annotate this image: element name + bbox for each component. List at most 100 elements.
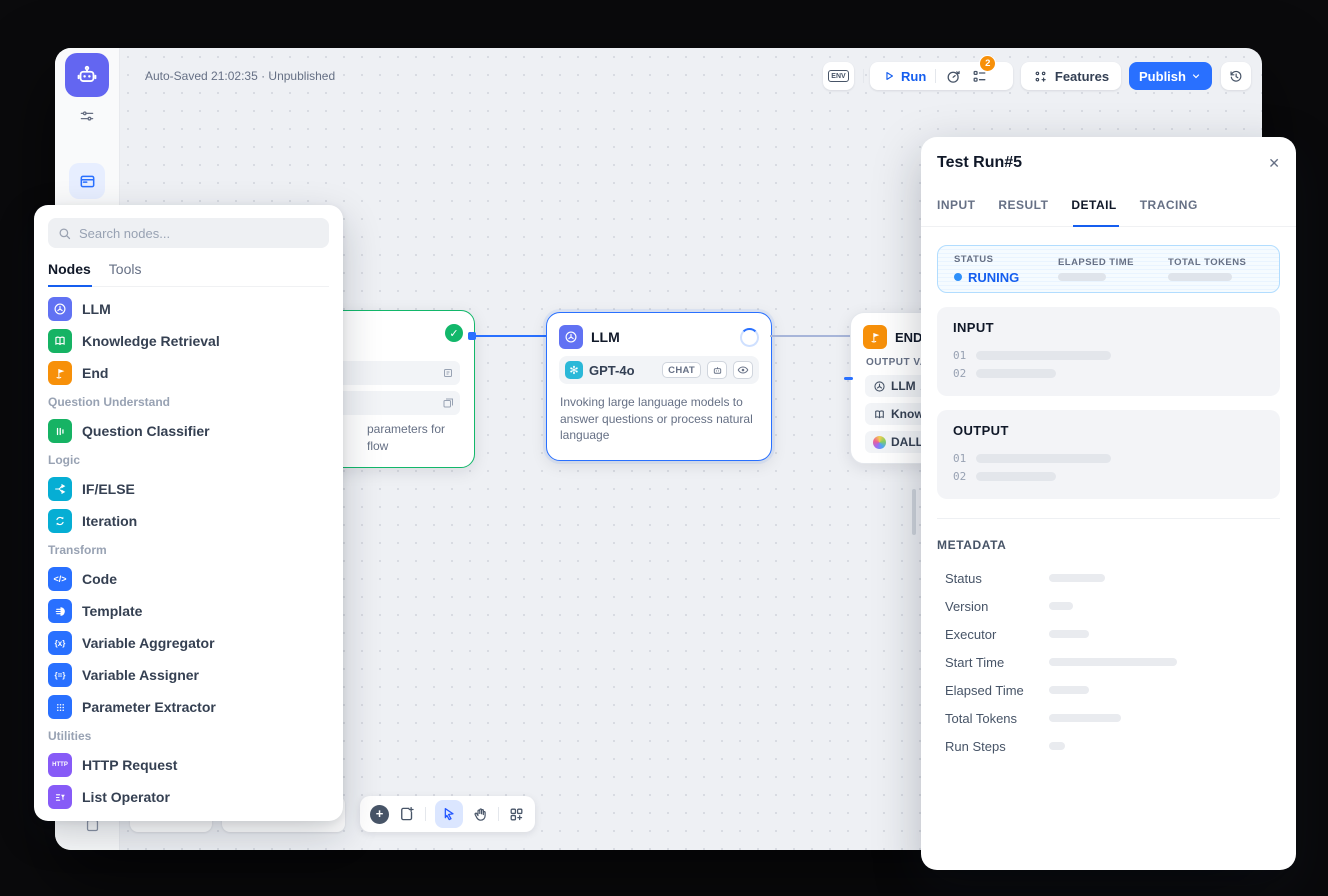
tab-tools[interactable]: Tools [109,261,142,277]
pointer-tool-button[interactable] [435,800,463,828]
end-icon [863,325,887,349]
metadata-row: Elapsed Time [937,676,1280,704]
active-tab-underline [1073,225,1119,227]
hand-tool-button[interactable] [472,806,489,823]
metadata-skeleton [1049,630,1089,638]
tab-detail[interactable]: DETAIL [1071,198,1116,212]
run-toolbar: Run 2 [870,62,1013,90]
section-utilities: Utilities [48,729,329,743]
gpt4o-model-icon: ✻ [565,361,583,379]
variable-aggregator-icon: {x} [48,631,72,655]
section-logic: Logic [48,453,329,467]
output-line: 02 [953,467,1264,485]
node-item-code[interactable]: </> Code [48,567,329,591]
model-name: GPT-4o [589,363,656,378]
variable-assigner-icon: {=} [48,663,72,687]
model-selector[interactable]: ✻ GPT-4o CHAT [559,356,759,384]
node-item-list-operator[interactable]: List Operator [48,785,329,809]
end-node-title: END [895,330,922,345]
if-else-icon [48,477,72,501]
run-button[interactable]: Run [882,69,926,84]
timer-button[interactable] [945,68,962,85]
llm-node-description: Invoking large language models to answer… [560,394,760,444]
node-item-llm[interactable]: LLM [48,297,329,321]
start-node-description: parameters for flow [367,421,465,454]
close-icon[interactable]: ✕ [1268,155,1280,172]
metadata-row: Executor [937,620,1280,648]
input-card-title: INPUT [953,320,1264,335]
llm-node[interactable]: LLM ✻ GPT-4o CHAT Invoking large languag… [546,312,772,461]
dalle-ref-icon [873,436,886,449]
history-button[interactable] [1221,62,1251,90]
panel-resize-handle[interactable] [912,489,916,535]
publish-button[interactable]: Publish [1129,62,1212,90]
tab-result[interactable]: RESULT [998,198,1048,212]
hand-icon [472,806,489,823]
metadata-skeleton [1049,658,1177,666]
node-item-parameter-extractor[interactable]: Parameter Extractor [48,695,329,719]
env-icon: ENV [828,70,848,82]
elapsed-time-skeleton [1058,273,1106,281]
tab-nodes[interactable]: Nodes [48,261,91,277]
end-icon [48,361,72,385]
node-item-if-else[interactable]: IF/ELSE [48,477,329,501]
input-skeleton [976,369,1056,378]
organize-button[interactable] [508,806,525,823]
node-item-end[interactable]: End [48,361,329,385]
code-icon: </> [48,567,72,591]
section-question-understand: Question Understand [48,395,329,409]
llm-ref-icon [873,380,886,393]
metadata-skeleton [1049,602,1073,610]
node-panel-tabs: Nodes Tools [48,261,329,287]
node-item-template[interactable]: Template [48,599,329,623]
node-item-iteration[interactable]: Iteration [48,509,329,533]
output-line: 01 [953,449,1264,467]
checklist-button[interactable]: 2 [971,68,988,85]
input-skeleton [976,351,1111,360]
node-item-variable-assigner[interactable]: {=} Variable Assigner [48,663,329,687]
env-button[interactable]: ENV [823,62,854,90]
spinner-icon [740,328,759,347]
run-panel-tabs: INPUT RESULT DETAIL TRACING [921,184,1296,227]
metadata-row: Version [937,592,1280,620]
tab-input[interactable]: INPUT [937,198,975,212]
knowledge-icon [48,329,72,353]
metadata-row: Start Time [937,648,1280,676]
node-item-variable-aggregator[interactable]: {x} Variable Aggregator [48,631,329,655]
input-card: INPUT 01 02 [937,307,1280,396]
output-card: OUTPUT 01 02 [937,410,1280,499]
status-value: RUNING [954,270,1058,285]
robot-app-icon[interactable] [65,53,109,97]
tab-tracing[interactable]: TRACING [1140,198,1198,212]
add-node-button[interactable]: + [370,805,389,824]
question-classifier-icon [48,419,72,443]
iteration-icon [48,509,72,533]
metadata-title: METADATA [937,538,1280,552]
add-note-button[interactable] [398,805,416,823]
features-icon [1033,69,1048,84]
history-icon [1228,68,1244,84]
list-operator-icon [48,785,72,809]
input-line: 01 [953,346,1264,364]
search-input[interactable]: Search nodes... [48,218,329,248]
elapsed-time-label: ELAPSED TIME [1058,257,1168,268]
metadata-skeleton [1049,742,1065,750]
play-icon [882,69,896,83]
node-item-http-request[interactable]: HTTP HTTP Request [48,753,329,777]
add-note-icon [398,805,416,823]
search-icon [57,226,72,241]
edge-start-to-llm [473,335,546,337]
run-panel-title: Test Run#5 [937,154,1022,172]
node-item-knowledge-retrieval[interactable]: Knowledge Retrieval [48,329,329,353]
edge-llm-to-end [770,335,850,337]
output-skeleton [976,454,1111,463]
node-item-question-classifier[interactable]: Question Classifier [48,419,329,443]
timer-icon [945,68,962,85]
metadata-skeleton [1049,574,1105,582]
short-text-icon [442,367,454,379]
features-button[interactable]: Features [1021,62,1121,90]
workflow-settings-icon[interactable] [75,104,99,128]
paragraph-icon [442,397,454,409]
chevron-down-icon [1190,70,1202,82]
window-icon[interactable] [69,163,105,199]
